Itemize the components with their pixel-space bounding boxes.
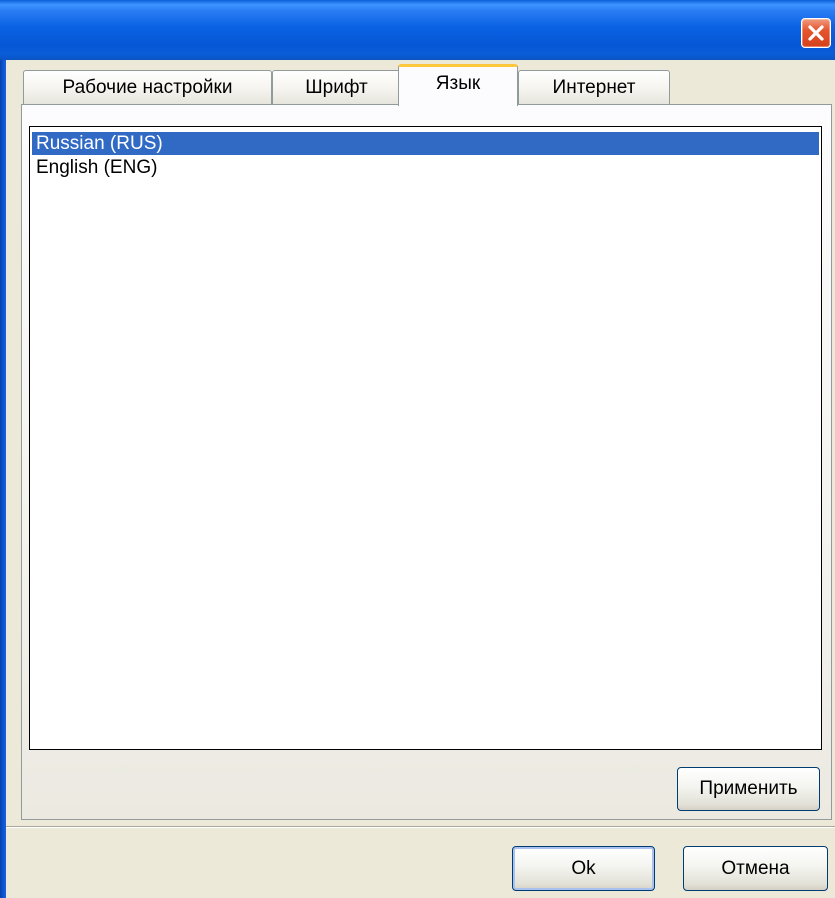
close-icon — [808, 25, 824, 41]
list-item-english[interactable]: English (ENG) — [32, 156, 819, 179]
window-frame-left — [0, 60, 6, 898]
cancel-button[interactable]: Отмена — [683, 846, 828, 891]
settings-dialog: Рабочие настройки Шрифт Язык Интернет Ru… — [0, 0, 835, 898]
list-item-russian[interactable]: Russian (RUS) — [32, 132, 819, 155]
ok-button[interactable]: Ok — [512, 846, 655, 891]
tab-internet[interactable]: Интернет — [518, 70, 670, 104]
footer-divider — [6, 826, 835, 828]
title-bar[interactable] — [0, 0, 835, 60]
tab-language[interactable]: Язык — [398, 64, 518, 106]
tab-font[interactable]: Шрифт — [272, 70, 401, 104]
language-listbox[interactable]: Russian (RUS) English (ENG) — [29, 126, 822, 750]
tab-strip: Рабочие настройки Шрифт Язык Интернет — [6, 60, 835, 106]
tab-work-settings[interactable]: Рабочие настройки — [23, 70, 272, 104]
close-button[interactable] — [801, 18, 831, 48]
apply-button[interactable]: Применить — [677, 767, 820, 811]
